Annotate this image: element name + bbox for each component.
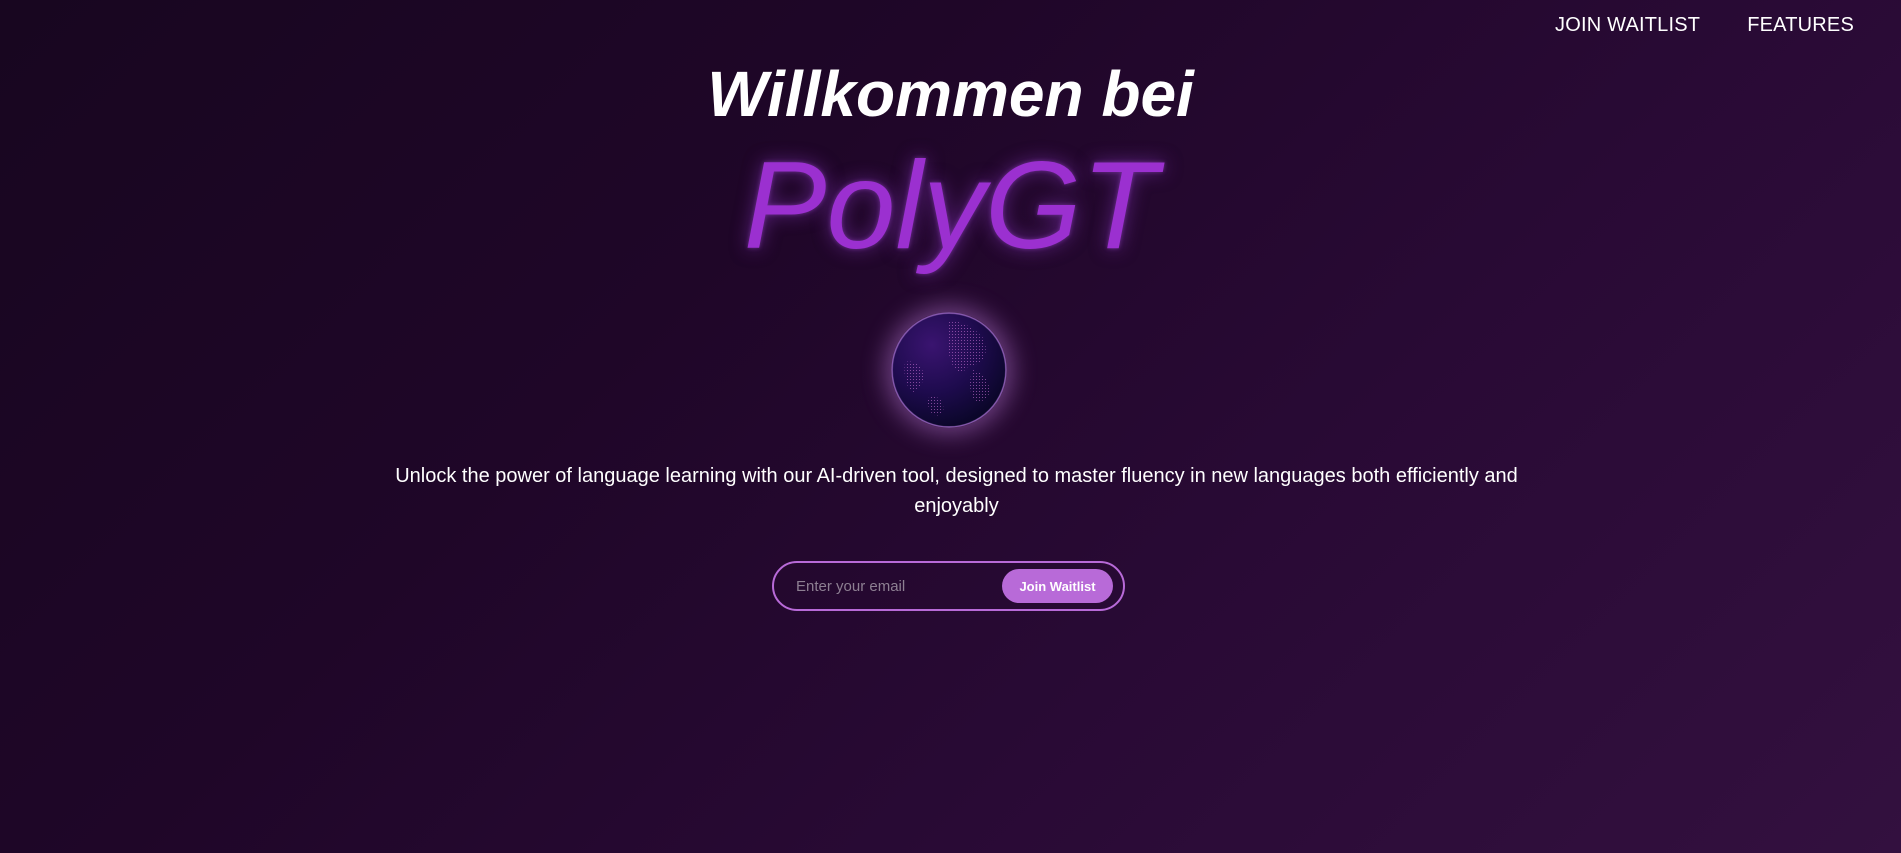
tagline-text: Unlock the power of language learning wi… bbox=[395, 465, 1518, 517]
welcome-heading: Willkommen bei bbox=[707, 58, 1194, 130]
join-waitlist-button[interactable]: Join Waitlist bbox=[1002, 569, 1113, 603]
top-nav: JOIN WAITLIST FEATURES bbox=[1555, 14, 1854, 37]
nav-features-link[interactable]: FEATURES bbox=[1747, 14, 1854, 37]
nav-join-waitlist-link[interactable]: JOIN WAITLIST bbox=[1555, 14, 1700, 37]
brand-name: PolyGT bbox=[743, 137, 1158, 275]
email-input[interactable] bbox=[794, 569, 1002, 603]
globe-icon bbox=[891, 312, 1007, 428]
waitlist-form: Join Waitlist bbox=[772, 561, 1125, 611]
